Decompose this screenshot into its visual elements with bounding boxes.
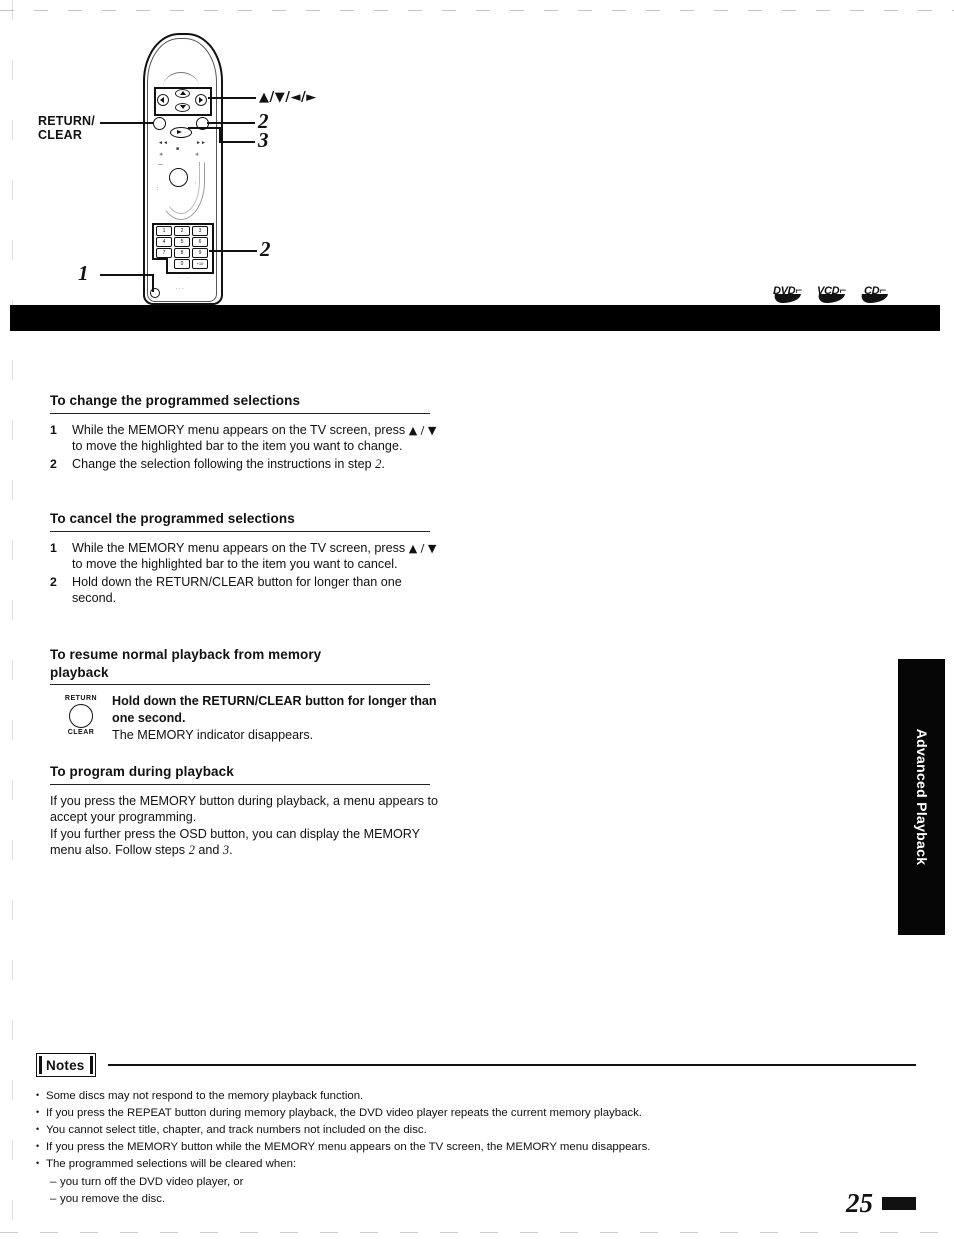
- section-heading: To change the programmed selections: [50, 393, 301, 408]
- section-rule: [50, 783, 430, 785]
- step-number: 1: [50, 422, 57, 437]
- note-text: If you press the REPEAT button during me…: [46, 1107, 642, 1120]
- note-sub-text: you remove the disc.: [60, 1192, 166, 1205]
- step-text: While the MEMORY menu appears on the TV …: [72, 422, 442, 455]
- note-item: • You cannot select title, chapter, and …: [36, 1122, 916, 1139]
- note-text: Some discs may not respond to the memory…: [46, 1090, 364, 1102]
- step-text-b: to move the highlighted bar to the item …: [72, 439, 403, 454]
- note-sub-item: – you turn off the DVD video player, or: [36, 1174, 916, 1191]
- section-heading: To cancel the programmed selections: [50, 511, 295, 526]
- side-tab-advanced-playback: Advanced Playback: [898, 659, 945, 935]
- notes-list: • Some discs may not respond to the memo…: [36, 1088, 916, 1208]
- note-item: • The programmed selections will be clea…: [36, 1156, 916, 1173]
- note-bullet: •: [36, 1090, 40, 1100]
- notes-block: Notes • Some discs may not respond to th…: [36, 1052, 916, 1208]
- note-item: • If you press the MEMORY button while t…: [36, 1139, 916, 1156]
- step-item: 2 Change the selection following the ins…: [50, 456, 442, 473]
- note-item: • Some discs may not respond to the memo…: [36, 1088, 916, 1105]
- return-clear-icon-ring: [69, 703, 93, 728]
- note-dash: –: [50, 1192, 57, 1205]
- return-clear-icon: RETURN CLEAR: [50, 693, 112, 736]
- resume-normal-text: The MEMORY indicator disappears.: [112, 727, 314, 742]
- section-change-programmed-selections: To change the programmed selections 1 Wh…: [50, 392, 442, 473]
- side-tab-label: Advanced Playback: [913, 728, 930, 866]
- step-text-b: .: [381, 456, 385, 471]
- program-paragraph-2-mid: and: [194, 843, 223, 858]
- section-program-during-playback: To program during playback If you press …: [50, 763, 442, 859]
- section-rule: [50, 412, 430, 414]
- step-text-b: to move the highlighted bar to the item …: [72, 557, 398, 572]
- step-item: 1 While the MEMORY menu appears on the T…: [50, 422, 442, 455]
- note-dash: –: [50, 1175, 57, 1188]
- resume-bold-text: Hold down the RETURN/CLEAR button for lo…: [112, 694, 437, 725]
- note-text: If you press the MEMORY button while the…: [46, 1141, 651, 1154]
- step-item: 1 While the MEMORY menu appears on the T…: [50, 540, 442, 573]
- note-bullet: •: [36, 1158, 40, 1169]
- notes-header-row: Notes: [36, 1052, 916, 1078]
- note-bullet: •: [36, 1141, 40, 1152]
- resume-instruction-text: Hold down the RETURN/CLEAR button for lo…: [112, 693, 442, 744]
- notes-title-box: Notes: [36, 1053, 96, 1077]
- step-text: While the MEMORY menu appears on the TV …: [72, 540, 442, 573]
- note-bullet: •: [36, 1124, 40, 1135]
- return-clear-icon-top-label: RETURN: [64, 695, 98, 703]
- page-number-bar: [882, 1197, 916, 1210]
- program-paragraph-2-a: If you further press the OSD button, you…: [50, 826, 420, 858]
- program-paragraph-1: If you press the MEMORY button during pl…: [50, 793, 439, 825]
- note-text: You cannot select title, chapter, and tr…: [46, 1124, 427, 1137]
- step-number: 2: [50, 456, 57, 471]
- notes-title: Notes: [46, 1057, 85, 1073]
- note-text: The programmed selections will be cleare…: [46, 1158, 297, 1171]
- return-clear-icon-bottom-label: CLEAR: [67, 728, 95, 736]
- step-text-a: While the MEMORY menu appears on the TV …: [72, 422, 409, 437]
- step-text: Change the selection following the instr…: [72, 456, 442, 473]
- step-text: Hold down the RETURN/CLEAR button for lo…: [72, 574, 402, 606]
- page-number: 25: [846, 1188, 873, 1218]
- section-heading-line2: playback: [50, 664, 109, 680]
- note-bullet: •: [36, 1107, 40, 1118]
- step-item: 2 Hold down the RETURN/CLEAR button for …: [50, 574, 442, 607]
- note-sub-item: – you remove the disc.: [36, 1191, 916, 1208]
- section-heading-line1: To resume normal playback from memory: [50, 647, 322, 662]
- note-sub-text: you turn off the DVD video player, or: [60, 1175, 244, 1188]
- section-rule: [50, 530, 430, 532]
- program-paragraph-2-end: .: [229, 843, 233, 858]
- note-item: • If you press the REPEAT button during …: [36, 1105, 916, 1122]
- program-paragraph-2: If you further press the OSD button, you…: [50, 826, 442, 859]
- section-cancel-programmed-selections: To cancel the programmed selections 1 Wh…: [50, 510, 442, 608]
- notes-rule: [107, 1064, 916, 1066]
- step-text-a: Change the selection following the instr…: [72, 456, 376, 471]
- step-arrows: ▲ / ▼: [408, 423, 437, 437]
- resume-icon-row: RETURN CLEAR Hold down the RETURN/CLEAR …: [50, 693, 442, 744]
- section-rule: [50, 684, 430, 686]
- page-footer: 25: [846, 1190, 916, 1217]
- section-heading: To resume normal playback from memory pl…: [50, 646, 442, 684]
- step-arrows: ▲ / ▼: [408, 541, 437, 555]
- step-number: 1: [50, 540, 57, 555]
- section-resume-normal-playback: To resume normal playback from memory pl…: [50, 646, 442, 744]
- step-number: 2: [50, 574, 57, 589]
- step-text-a: While the MEMORY menu appears on the TV …: [72, 540, 409, 555]
- section-heading: To program during playback: [50, 764, 234, 779]
